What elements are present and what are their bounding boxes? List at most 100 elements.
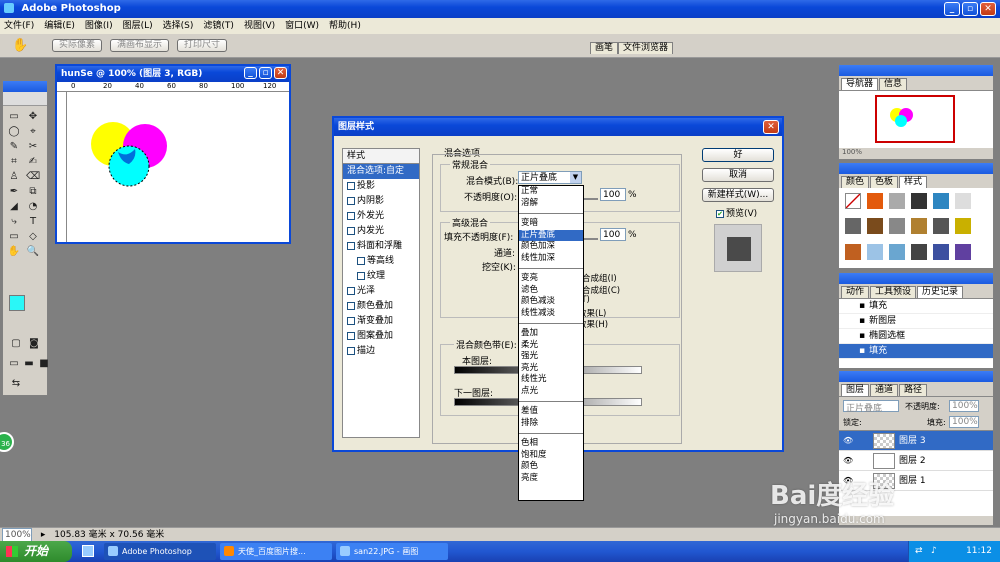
taskbar-task[interactable]: 天使_百度图片搜... bbox=[220, 543, 332, 560]
doc-maximize-button[interactable]: ▫ bbox=[259, 67, 272, 79]
style-swatch[interactable] bbox=[867, 218, 883, 235]
menu-item[interactable]: 编辑(E) bbox=[44, 18, 75, 34]
style-swatch[interactable] bbox=[955, 218, 971, 235]
move-tool-icon[interactable]: ✥ bbox=[26, 110, 40, 124]
blend-mode-option[interactable]: 线性加深 bbox=[519, 253, 583, 265]
hand-tool-icon[interactable]: ✋ bbox=[12, 38, 28, 53]
blend-mode-option[interactable]: 亮光 bbox=[519, 363, 583, 375]
history-item[interactable]: ▪ 新图层 bbox=[839, 314, 993, 329]
menu-item[interactable]: 视图(V) bbox=[244, 18, 275, 34]
quick-launch-icon[interactable] bbox=[82, 545, 94, 557]
palette-well-tab[interactable]: 文件浏览器 bbox=[618, 42, 674, 54]
history-item[interactable]: ▪ 椭圆选框 bbox=[839, 329, 993, 344]
style-checkbox[interactable] bbox=[347, 301, 355, 310]
layer-opacity-input[interactable]: 100% bbox=[949, 400, 979, 412]
blend-mode-option[interactable]: 滤色 bbox=[519, 285, 583, 297]
volume-icon[interactable]: ♪ bbox=[931, 541, 937, 562]
menu-item[interactable]: 选择(S) bbox=[163, 18, 194, 34]
style-list-item[interactable]: 斜面和浮雕 bbox=[343, 239, 419, 254]
blend-mode-option[interactable]: 色相 bbox=[519, 438, 583, 450]
style-checkbox[interactable] bbox=[357, 271, 365, 280]
blend-mode-option[interactable]: 颜色加深 bbox=[519, 241, 583, 253]
dialog-close-button[interactable]: ✕ bbox=[763, 120, 779, 134]
style-list-item[interactable]: 外发光 bbox=[343, 209, 419, 224]
style-swatch[interactable] bbox=[845, 218, 861, 235]
style-list-item[interactable]: 等高线 bbox=[343, 254, 419, 269]
panel-tab[interactable]: 路径 bbox=[899, 384, 928, 396]
style-checkbox[interactable] bbox=[347, 181, 355, 190]
style-swatch[interactable] bbox=[911, 218, 927, 235]
blend-mode-option[interactable]: 溶解 bbox=[519, 198, 583, 210]
canvas[interactable] bbox=[69, 94, 289, 242]
blend-mode-option[interactable]: 正常 bbox=[519, 186, 583, 198]
eye-icon[interactable]: 👁 bbox=[843, 451, 853, 471]
blend-mode-option[interactable]: 变亮 bbox=[519, 273, 583, 285]
style-swatch[interactable] bbox=[911, 243, 927, 260]
style-swatch[interactable] bbox=[845, 193, 861, 209]
pen-tool-icon[interactable]: ▭ bbox=[7, 230, 21, 244]
screen-mode-1-icon[interactable]: ▭ bbox=[7, 357, 21, 371]
panel-tab[interactable]: 动作 bbox=[841, 286, 870, 298]
lasso-tool-icon[interactable]: ◯ bbox=[7, 125, 21, 139]
blend-mode-option[interactable]: 点光 bbox=[519, 386, 583, 398]
style-list-item[interactable]: 内阴影 bbox=[343, 194, 419, 209]
blend-mode-option[interactable]: 亮度 bbox=[519, 473, 583, 485]
style-checkbox[interactable] bbox=[347, 346, 355, 355]
blend-mode-select[interactable]: 正片叠底 ▼ bbox=[518, 171, 582, 184]
style-swatch[interactable] bbox=[933, 218, 949, 235]
style-checkbox[interactable] bbox=[347, 196, 355, 205]
menu-item[interactable]: 文件(F) bbox=[4, 18, 34, 34]
blend-mode-option[interactable]: 变暗 bbox=[519, 218, 583, 230]
panel-tab[interactable]: 样式 bbox=[899, 176, 928, 188]
blur-tool-icon[interactable]: ◢ bbox=[7, 200, 21, 214]
menu-item[interactable]: 帮助(H) bbox=[329, 18, 361, 34]
quick-mask-icon[interactable]: ◙ bbox=[27, 337, 41, 351]
layer-fill-input[interactable]: 100% bbox=[949, 416, 979, 428]
cancel-button[interactable]: 取消 bbox=[702, 168, 774, 182]
blend-mode-option[interactable]: 线性光 bbox=[519, 374, 583, 386]
type-tool-icon[interactable]: T bbox=[26, 215, 40, 229]
menu-item[interactable]: 滤镜(T) bbox=[203, 18, 234, 34]
ok-button[interactable]: 好 bbox=[702, 148, 774, 162]
blend-mode-option[interactable]: 叠加 bbox=[519, 328, 583, 340]
style-checkbox[interactable] bbox=[357, 256, 365, 265]
style-swatch[interactable] bbox=[889, 243, 905, 260]
option-button[interactable]: 满画布显示 bbox=[110, 39, 170, 52]
crop-tool-icon[interactable]: ✎ bbox=[7, 140, 21, 154]
style-checkbox[interactable] bbox=[347, 226, 355, 235]
style-checkbox[interactable] bbox=[347, 331, 355, 340]
blend-mode-option[interactable]: 排除 bbox=[519, 418, 583, 430]
blend-mode-option[interactable]: 柔光 bbox=[519, 340, 583, 352]
panel-tab[interactable]: 工具预设 bbox=[870, 286, 917, 298]
style-checkbox[interactable] bbox=[347, 316, 355, 325]
style-swatch[interactable] bbox=[933, 243, 949, 260]
style-list-item[interactable]: 图案叠加 bbox=[343, 329, 419, 344]
style-swatch[interactable] bbox=[867, 193, 883, 209]
style-swatch[interactable] bbox=[889, 193, 905, 209]
path-selection-icon[interactable]: ⤷ bbox=[7, 215, 21, 229]
gradient-tool-icon[interactable]: ⧉ bbox=[26, 185, 40, 199]
start-button[interactable]: 开始 bbox=[0, 541, 72, 562]
slice-tool-icon[interactable]: ✂ bbox=[26, 140, 40, 154]
eye-icon[interactable]: 👁 bbox=[843, 431, 853, 451]
panel-tab[interactable]: 通道 bbox=[870, 384, 899, 396]
style-list-item[interactable]: 颜色叠加 bbox=[343, 299, 419, 314]
network-icon[interactable]: ⇄ bbox=[915, 541, 923, 562]
brush-tool-icon[interactable]: ✍ bbox=[26, 155, 40, 169]
panel-tab[interactable]: 信息 bbox=[879, 78, 908, 90]
minimize-button[interactable]: _ bbox=[944, 2, 960, 16]
blend-mode-option[interactable]: 饱和度 bbox=[519, 450, 583, 462]
panel-tab[interactable]: 颜色 bbox=[841, 176, 870, 188]
zoom-tool-icon[interactable]: 🔍 bbox=[26, 245, 40, 259]
navigator-thumbnail[interactable] bbox=[875, 95, 955, 143]
style-list-item[interactable]: 光泽 bbox=[343, 284, 419, 299]
dodge-tool-icon[interactable]: ◔ bbox=[26, 200, 40, 214]
style-swatch[interactable] bbox=[955, 193, 971, 209]
screen-mode-3-icon[interactable]: ■ bbox=[37, 357, 51, 371]
standard-mode-icon[interactable]: ▢ bbox=[9, 337, 23, 351]
blend-mode-option[interactable]: 线性减淡 bbox=[519, 308, 583, 320]
close-button[interactable]: ✕ bbox=[980, 2, 996, 16]
style-list-item[interactable]: 投影 bbox=[343, 179, 419, 194]
blend-mode-option[interactable]: 颜色 bbox=[519, 461, 583, 473]
hand-tool-icon[interactable]: ✋ bbox=[7, 245, 21, 259]
